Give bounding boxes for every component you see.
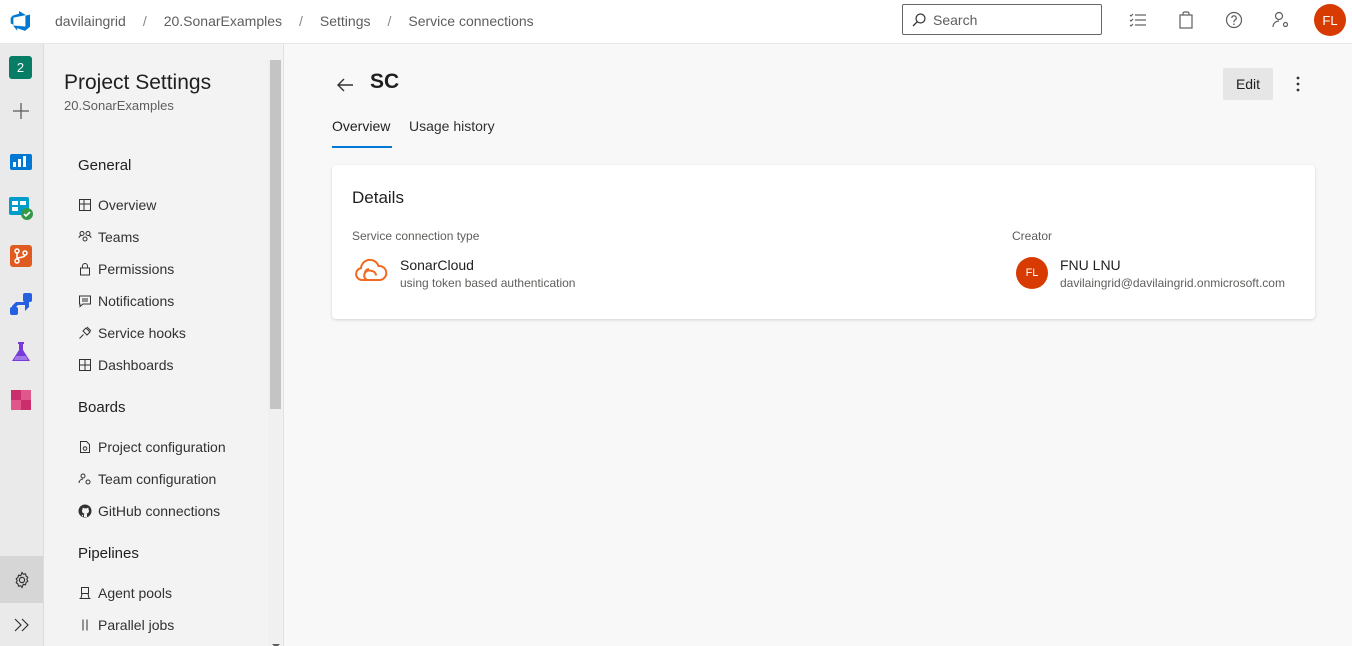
nav-item-project-configuration[interactable]: Project configuration: [78, 436, 226, 458]
nav-item-label: Service hooks: [98, 325, 186, 341]
nav-item-label: Project configuration: [98, 439, 226, 455]
user-settings-icon[interactable]: [1271, 10, 1291, 30]
repos-icon[interactable]: [7, 242, 35, 270]
service-connection-type-name: SonarCloud: [400, 257, 474, 273]
nav-item-agent-pools[interactable]: Agent pools: [78, 582, 172, 604]
nav-item-parallel-jobs[interactable]: Parallel jobs: [78, 614, 174, 636]
help-icon[interactable]: [1224, 10, 1244, 30]
parallel-icon: [78, 618, 92, 632]
artifacts-icon[interactable]: [7, 386, 35, 414]
test-plans-icon[interactable]: [7, 338, 35, 366]
nav-section-general: General: [78, 157, 132, 174]
dashboard-icon: [78, 358, 92, 372]
nav-item-service-hooks[interactable]: Service hooks: [78, 322, 186, 344]
expand-chevron-icon[interactable]: [0, 604, 43, 646]
nav-item-github-connections[interactable]: GitHub connections: [78, 500, 220, 522]
project-settings-gear-icon[interactable]: [0, 556, 43, 603]
details-title: Details: [352, 188, 404, 207]
plus-icon[interactable]: [7, 97, 35, 125]
nav-item-notifications[interactable]: Notifications: [78, 290, 174, 312]
creator-email: davilaingrid@davilaingrid.onmicrosoft.co…: [1060, 276, 1285, 290]
nav-item-label: Agent pools: [98, 585, 172, 601]
more-options-icon[interactable]: [1287, 72, 1309, 96]
project-badge[interactable]: 2: [9, 56, 32, 79]
teams-icon: [78, 230, 92, 244]
search-box[interactable]: [902, 4, 1102, 35]
agent-icon: [78, 586, 92, 600]
marketplace-bag-icon[interactable]: [1176, 10, 1196, 30]
creator-name: FNU LNU: [1060, 257, 1121, 273]
breadcrumb-project[interactable]: 20.SonarExamples: [164, 13, 282, 29]
service-connection-type-description: using token based authentication: [400, 276, 576, 290]
nav-title: Project Settings: [64, 71, 212, 94]
nav-item-overview[interactable]: Overview: [78, 194, 156, 216]
breadcrumb-separator: /: [387, 12, 392, 29]
nav-item-label: Notifications: [98, 293, 175, 309]
plug-icon: [78, 326, 92, 340]
left-rail: 2: [0, 44, 44, 646]
github-icon: [78, 504, 92, 518]
back-arrow-icon[interactable]: [335, 75, 355, 95]
edit-button[interactable]: Edit: [1223, 68, 1273, 100]
top-bar: davilaingrid / 20.SonarExamples / Settin…: [0, 0, 1352, 44]
breadcrumb-settings[interactable]: Settings: [320, 13, 371, 29]
document-settings-icon: [78, 440, 92, 454]
search-input[interactable]: [933, 11, 1093, 28]
creator-label: Creator: [1012, 229, 1053, 243]
tab-usage-history[interactable]: Usage history: [409, 118, 495, 134]
nav-item-label: Dashboards: [98, 357, 174, 373]
breadcrumb-organization[interactable]: davilaingrid: [55, 13, 126, 29]
nav-item-label: Team configuration: [98, 471, 217, 487]
search-icon: [912, 12, 926, 26]
breadcrumb: davilaingrid / 20.SonarExamples / Settin…: [55, 0, 534, 41]
boards-icon[interactable]: [7, 194, 35, 222]
nav-item-label: Overview: [98, 197, 157, 213]
tab-overview[interactable]: Overview: [332, 118, 390, 134]
overview-icon: [78, 198, 92, 212]
nav-item-label: Permissions: [98, 261, 175, 277]
azure-devops-logo-icon[interactable]: [9, 9, 33, 33]
nav-scrollbar-thumb[interactable]: [270, 60, 281, 409]
nav-item-dashboards[interactable]: Dashboards: [78, 354, 174, 376]
breadcrumb-separator: /: [299, 12, 303, 29]
work-items-list-icon[interactable]: [1128, 10, 1148, 30]
user-avatar[interactable]: FL: [1314, 4, 1346, 36]
nav-item-label: Teams: [98, 229, 140, 245]
overview-service-icon[interactable]: [7, 146, 35, 174]
breadcrumb-service-connections[interactable]: Service connections: [408, 13, 533, 29]
active-tab-indicator: [332, 146, 392, 148]
nav-subtitle: 20.SonarExamples: [64, 98, 174, 113]
nav-item-team-configuration[interactable]: Team configuration: [78, 468, 216, 490]
nav-item-permissions[interactable]: Permissions: [78, 258, 174, 280]
nav-item-label: Parallel jobs: [98, 617, 175, 633]
service-connection-type-label: Service connection type: [352, 229, 480, 243]
lock-icon: [78, 262, 92, 276]
breadcrumb-separator: /: [142, 12, 147, 29]
settings-nav: Project Settings 20.SonarExamples Genera…: [44, 44, 284, 646]
sonarcloud-icon: [354, 254, 388, 288]
notification-icon: [78, 294, 92, 308]
team-settings-icon: [78, 472, 92, 486]
nav-item-label: GitHub connections: [98, 503, 221, 519]
details-card: Details Service connection type SonarClo…: [332, 165, 1315, 319]
page-title: SC: [370, 70, 400, 93]
nav-section-boards: Boards: [78, 399, 126, 416]
nav-section-pipelines: Pipelines: [78, 545, 139, 562]
creator-avatar: FL: [1016, 257, 1048, 289]
pipelines-icon[interactable]: [7, 290, 35, 318]
nav-item-teams[interactable]: Teams: [78, 226, 139, 248]
scroll-down-arrow-icon[interactable]: [271, 636, 281, 646]
